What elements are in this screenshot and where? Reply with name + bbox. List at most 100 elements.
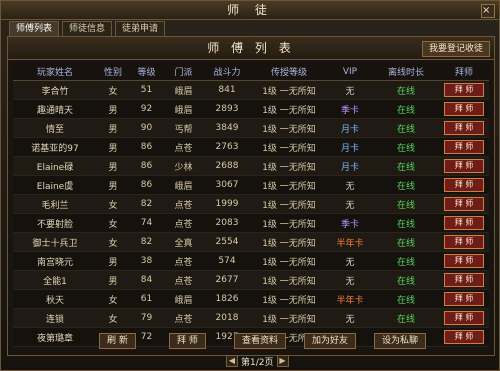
sect: 点苍 — [164, 213, 203, 233]
table-row[interactable]: 李合竹女 51 峨眉 841 1级 一无所知无在线拜 师 — [13, 80, 489, 100]
online-status: 在线 — [373, 289, 439, 309]
apprentice-button[interactable]: 拜 师 — [444, 273, 484, 287]
close-button[interactable]: × — [481, 4, 495, 18]
mentor-button[interactable]: 拜 师 — [169, 333, 206, 349]
sect: 丐帮 — [164, 118, 203, 138]
gender: 男 — [97, 137, 129, 157]
mentor-table: 玩家姓名 性别 等级 门派 战斗力 传授等级 VIP 离线时长 拜师 李合竹女 5… — [13, 63, 489, 347]
online-status: 在线 — [373, 118, 439, 138]
apprentice-button[interactable]: 拜 师 — [444, 159, 484, 173]
sect: 点苍 — [164, 251, 203, 271]
apprentice-button[interactable]: 拜 师 — [444, 311, 484, 325]
pagination: ◀ 第1/2页 ▶ — [226, 355, 294, 368]
level: 86 — [129, 156, 164, 176]
sect: 少林 — [164, 156, 203, 176]
teaching-level: 1级 一无所知 — [251, 270, 327, 290]
table-row[interactable]: 毛利兰女 82 点苍 1999 1级 一无所知无在线拜 师 — [13, 194, 489, 214]
column-sect: 门派 — [164, 63, 203, 81]
page-indicator: 第1/2页 — [241, 357, 274, 368]
gender: 男 — [97, 175, 129, 195]
apprentice-button[interactable]: 拜 师 — [444, 235, 484, 249]
panel-header: 师 傅 列 表 我要登记收徒 — [8, 37, 494, 60]
add-friend-button[interactable]: 加为好友 — [304, 333, 357, 349]
level: 82 — [129, 194, 164, 214]
combat-power: 841 — [203, 80, 251, 100]
apprentice-button[interactable]: 拜 师 — [444, 292, 484, 306]
apprentice-button[interactable]: 拜 师 — [444, 83, 484, 97]
column-teaching-level: 传授等级 — [251, 63, 327, 81]
refresh-button[interactable]: 刷 新 — [99, 333, 136, 349]
gender: 女 — [97, 194, 129, 214]
table-row[interactable]: Elaine虞男 86 峨眉 3067 1级 一无所知无在线拜 师 — [13, 175, 489, 195]
apprentice-action-cell: 拜 师 — [439, 137, 489, 157]
tab-apprentice-requests[interactable]: 徒弟申请 — [115, 21, 166, 37]
apprentice-action-cell: 拜 师 — [439, 194, 489, 214]
apprentice-button[interactable]: 拜 师 — [444, 140, 484, 154]
teaching-level: 1级 一无所知 — [251, 194, 327, 214]
view-profile-button[interactable]: 查看资料 — [234, 333, 287, 349]
table-row[interactable]: Elaine碌男 86 少林 2688 1级 一无所知 月卡 在线拜 师 — [13, 156, 489, 176]
apprentice-button[interactable]: 拜 师 — [444, 102, 484, 116]
level: 86 — [129, 137, 164, 157]
player-name: 御士十兵卫 — [13, 232, 97, 252]
teaching-level: 1级 一无所知 — [251, 99, 327, 119]
apprentice-button[interactable]: 拜 师 — [444, 197, 484, 211]
sect: 点苍 — [164, 137, 203, 157]
apprentice-action-cell: 拜 师 — [439, 80, 489, 100]
combat-power: 1999 — [203, 194, 251, 214]
level: 38 — [129, 251, 164, 271]
apprentice-button[interactable]: 拜 师 — [444, 121, 484, 135]
apprentice-button[interactable]: 拜 师 — [444, 178, 484, 192]
window-tabs: 师傅列表 师徒信息 徒弟申请 — [9, 21, 166, 37]
table-row[interactable]: 不要射脸女 74 点苍 2083 1级 一无所知 季卡 在线拜 师 — [13, 213, 489, 233]
apprentice-button[interactable]: 拜 师 — [444, 216, 484, 230]
vip-status: 无 — [327, 270, 373, 290]
column-player-name: 玩家姓名 — [13, 63, 97, 81]
column-gender: 性别 — [97, 63, 129, 81]
apprentice-action-cell: 拜 师 — [439, 99, 489, 119]
teaching-level: 1级 一无所知 — [251, 289, 327, 309]
player-name: Elaine虞 — [13, 175, 97, 195]
online-status: 在线 — [373, 270, 439, 290]
online-status: 在线 — [373, 251, 439, 271]
private-chat-button[interactable]: 设为私聊 — [374, 333, 427, 349]
apprentice-action-cell: 拜 师 — [439, 308, 489, 328]
combat-power: 2688 — [203, 156, 251, 176]
vip-status: 月卡 — [327, 137, 373, 157]
table-row[interactable]: 御士十兵卫女 82 全真 2554 1级 一无所知 半年卡 在线拜 师 — [13, 232, 489, 252]
table-row[interactable]: 秋天女 61 峨眉 1826 1级 一无所知 半年卡 在线拜 师 — [13, 289, 489, 309]
table-row[interactable]: 连锁女 79 点苍 2018 1级 一无所知无在线拜 师 — [13, 308, 489, 328]
level: 92 — [129, 99, 164, 119]
gender: 女 — [97, 80, 129, 100]
table-row[interactable]: 趣通晴天男 92 峨眉 2893 1级 一无所知 季卡 在线拜 师 — [13, 99, 489, 119]
teaching-level: 1级 一无所知 — [251, 308, 327, 328]
table-row[interactable]: 诺基亚的97 男 86 点苍 2763 1级 一无所知 月卡 在线拜 师 — [13, 137, 489, 157]
sect: 点苍 — [164, 194, 203, 214]
apprentice-button[interactable]: 拜 师 — [444, 254, 484, 268]
gender: 女 — [97, 308, 129, 328]
combat-power: 2763 — [203, 137, 251, 157]
gender: 男 — [97, 156, 129, 176]
player-name: 全能1 — [13, 270, 97, 290]
online-status: 在线 — [373, 232, 439, 252]
column-offline-time: 离线时长 — [373, 63, 439, 81]
previous-page-button[interactable]: ◀ — [226, 355, 238, 367]
player-name: 情至 — [13, 118, 97, 138]
sect: 峨眉 — [164, 99, 203, 119]
tab-mentor-list[interactable]: 师傅列表 — [9, 21, 60, 37]
next-page-button[interactable]: ▶ — [276, 355, 289, 367]
online-status: 在线 — [373, 99, 439, 119]
apprentice-button[interactable]: 拜 师 — [444, 330, 484, 344]
table-row[interactable]: 情至男 90 丐帮 3849 1级 一无所知 月卡 在线拜 师 — [13, 118, 489, 138]
player-name: 趣通晴天 — [13, 99, 97, 119]
window-title: 师 徒 × — [1, 1, 499, 20]
player-name: Elaine碌 — [13, 156, 97, 176]
vip-status: 半年卡 — [327, 232, 373, 252]
table-row[interactable]: 南宫晓元男 38 点苍 574 1级 一无所知无在线拜 师 — [13, 251, 489, 271]
register-mentor-button[interactable]: 我要登记收徒 — [421, 41, 490, 57]
teaching-level: 1级 一无所知 — [251, 251, 327, 271]
player-name: 李合竹 — [13, 80, 97, 100]
apprentice-action-cell: 拜 师 — [439, 232, 489, 252]
table-row[interactable]: 全能1 男 84 点苍 2677 1级 一无所知无在线拜 师 — [13, 270, 489, 290]
tab-mentorship-info[interactable]: 师徒信息 — [62, 21, 113, 37]
